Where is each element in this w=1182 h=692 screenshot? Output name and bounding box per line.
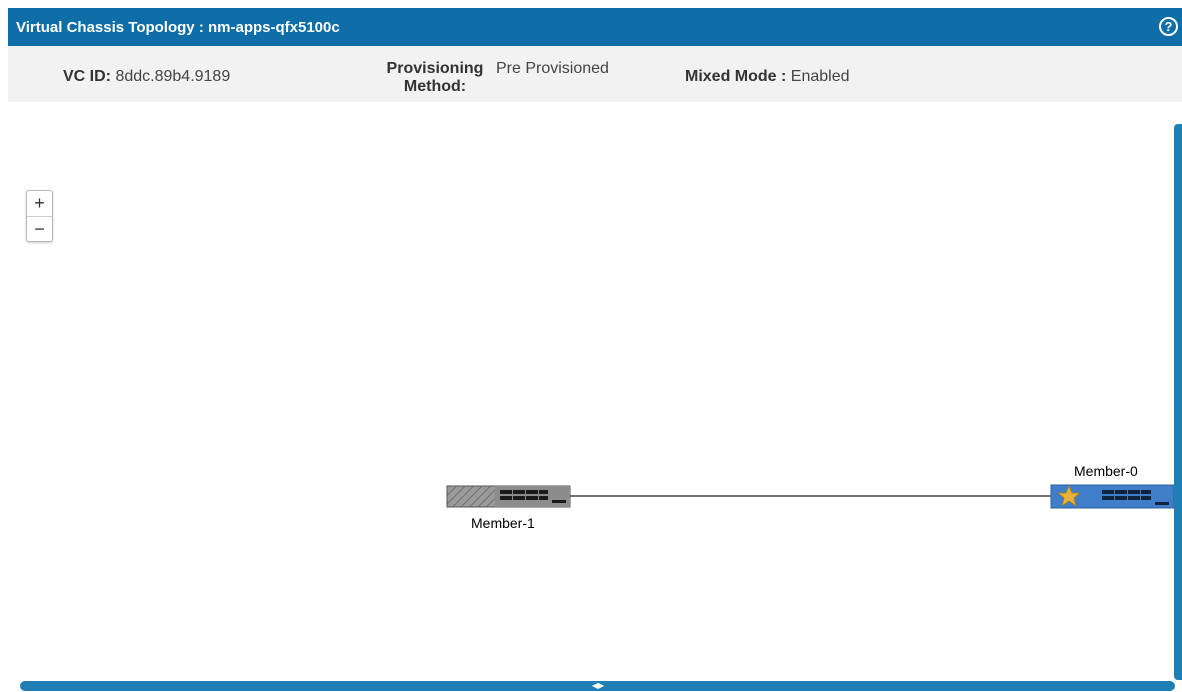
topology-diagram	[446, 484, 1175, 509]
member-1-label: Member-1	[471, 515, 535, 531]
resize-arrows-icon[interactable]: ◀▶	[588, 681, 608, 691]
zoom-in-button[interactable]: +	[27, 191, 52, 216]
zoom-control: + −	[26, 190, 53, 242]
member-0-label: Member-0	[1074, 463, 1138, 479]
minus-icon: −	[34, 218, 45, 239]
plus-icon: +	[34, 193, 45, 213]
collapse-left-icon[interactable]: ❮	[1177, 394, 1182, 408]
member-1-node[interactable]	[446, 485, 571, 508]
zoom-out-button[interactable]: −	[27, 216, 52, 241]
